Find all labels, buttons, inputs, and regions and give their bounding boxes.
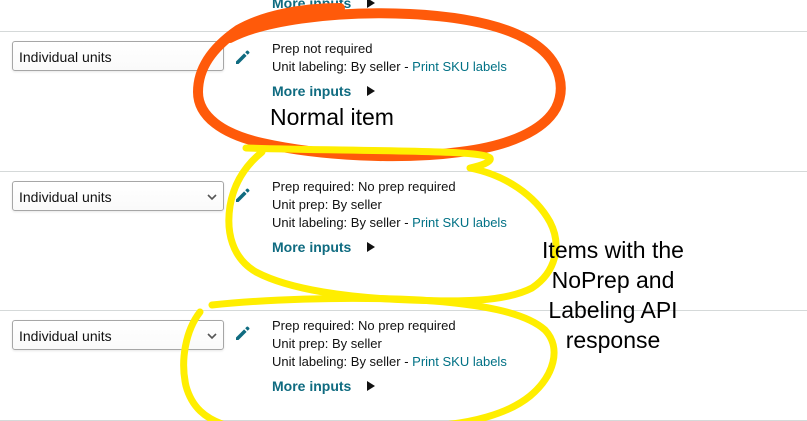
prep-info: Prep not required Unit labeling: By sell… <box>272 40 507 101</box>
unit-prep: Unit prep: By seller <box>272 336 382 351</box>
noprep-note-line: Labeling API <box>548 297 678 323</box>
unit-type-value: Individual units <box>19 189 112 205</box>
play-triangle-icon <box>367 0 376 8</box>
chevron-down-icon <box>207 54 217 61</box>
play-triangle-icon <box>367 381 376 391</box>
unit-labeling: Unit labeling: By seller - Print SKU lab… <box>272 353 507 371</box>
pencil-icon[interactable] <box>233 47 253 67</box>
more-inputs-toggle[interactable]: More inputs <box>272 82 376 100</box>
unit-type-select[interactable]: Individual units <box>12 181 224 211</box>
more-inputs-label: More inputs <box>272 239 352 255</box>
item-row: Individual units Prep not required Unit … <box>0 31 807 171</box>
chevron-down-icon <box>207 333 217 340</box>
unit-type-select[interactable]: Individual units <box>12 41 224 71</box>
unit-labeling-text: Unit labeling: By seller - <box>272 59 413 74</box>
more-inputs-toggle[interactable]: More inputs <box>272 238 376 256</box>
play-triangle-icon <box>367 242 376 252</box>
play-triangle-icon <box>367 86 376 96</box>
noprep-note-line: response <box>565 327 661 353</box>
prep-status: Prep required: No prep required <box>272 318 456 333</box>
noprep-note-line: NoPrep and <box>551 267 675 293</box>
prep-status: Prep not required <box>272 41 373 56</box>
more-inputs-label: More inputs <box>272 83 352 99</box>
unit-labeling: Unit labeling: By seller - Print SKU lab… <box>272 214 507 232</box>
unit-labeling-text: Unit labeling: By seller - <box>272 215 413 230</box>
prep-info: Prep required: No prep required Unit pre… <box>272 178 507 257</box>
unit-labeling-text: Unit labeling: By seller - <box>272 354 413 369</box>
previous-row-info: More inputs <box>272 0 376 13</box>
unit-type-value: Individual units <box>19 49 112 65</box>
pencil-icon[interactable] <box>233 323 253 343</box>
prep-status: Prep required: No prep required <box>272 179 456 194</box>
unit-prep: Unit prep: By seller <box>272 197 382 212</box>
prep-info: Prep required: No prep required Unit pre… <box>272 317 507 396</box>
more-inputs-label: More inputs <box>272 378 352 394</box>
unit-type-select[interactable]: Individual units <box>12 320 224 350</box>
more-inputs-toggle[interactable]: More inputs <box>272 377 376 395</box>
chevron-down-icon <box>207 194 217 201</box>
normal-item-note: Normal item <box>270 104 394 130</box>
print-sku-labels-link[interactable]: Print SKU labels <box>412 354 507 369</box>
print-sku-labels-link[interactable]: Print SKU labels <box>412 59 507 74</box>
unit-type-value: Individual units <box>19 328 112 344</box>
pencil-icon[interactable] <box>233 185 253 205</box>
print-sku-labels-link[interactable]: Print SKU labels <box>412 215 507 230</box>
unit-labeling: Unit labeling: By seller - Print SKU lab… <box>272 58 507 76</box>
noprep-note-line: Items with the <box>542 237 684 263</box>
more-inputs-toggle[interactable]: More inputs <box>272 0 376 12</box>
shipment-items-panel: More inputs Individual units Prep not re… <box>0 0 807 421</box>
more-inputs-label: More inputs <box>272 0 352 11</box>
noprep-note: Items with the NoPrep and Labeling API r… <box>523 235 703 355</box>
